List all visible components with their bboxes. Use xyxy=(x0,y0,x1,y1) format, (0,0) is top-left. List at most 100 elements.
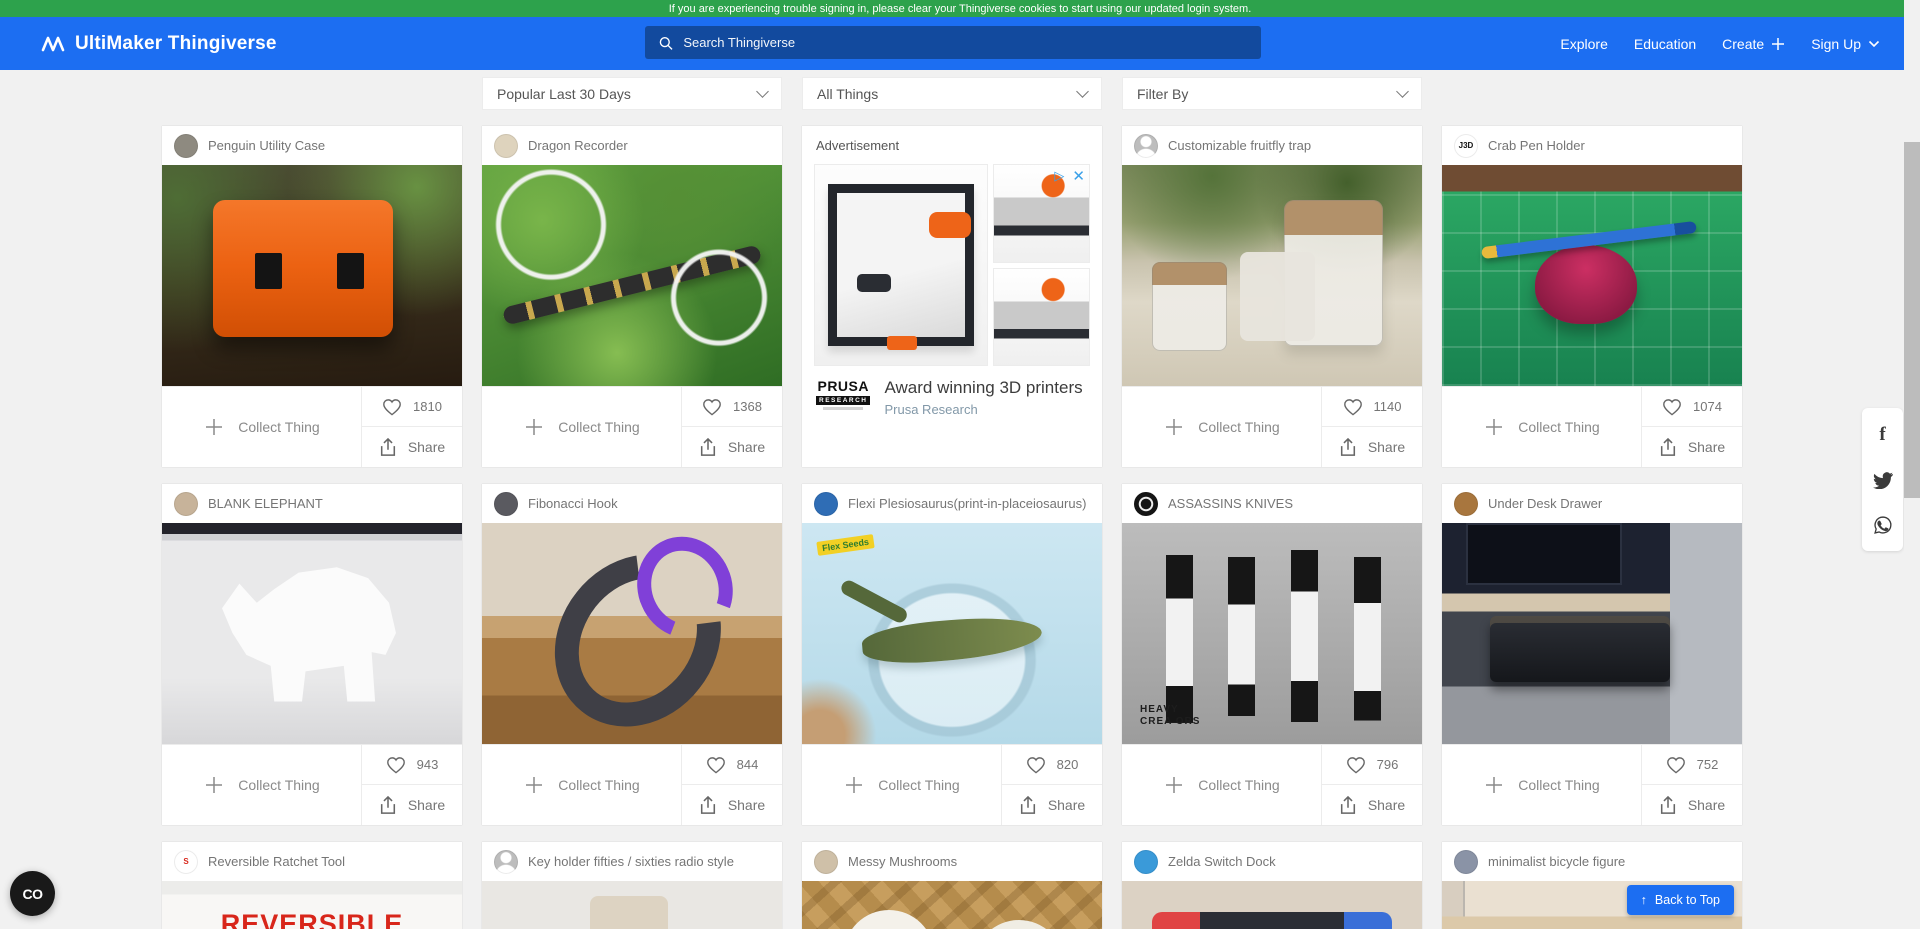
collect-thing-button[interactable]: Collect Thing xyxy=(482,745,682,825)
advertiser-logo[interactable]: PRUSA RESEARCH xyxy=(816,378,870,410)
twitter-icon[interactable] xyxy=(1873,472,1893,489)
nav-education[interactable]: Education xyxy=(1634,36,1696,52)
ad-content: PRUSA RESEARCH Award winning 3D printers… xyxy=(802,366,1102,429)
thumb-photo-text: REVERSIBLE xyxy=(221,909,404,929)
back-to-top-button[interactable]: ↑ Back to Top xyxy=(1627,885,1734,915)
card-stats: 1810 Share xyxy=(362,387,462,467)
ad-image[interactable]: ▷ ✕ xyxy=(814,164,1090,366)
like-count-button[interactable]: 1368 xyxy=(682,387,782,427)
like-count-button[interactable]: 943 xyxy=(362,745,462,785)
creator-avatar[interactable] xyxy=(1134,134,1158,158)
thing-card-header: Zelda Switch Dock xyxy=(1122,842,1422,881)
thing-thumbnail[interactable] xyxy=(482,165,782,386)
share-button[interactable]: Share xyxy=(1002,785,1102,825)
thing-title[interactable]: Dragon Recorder xyxy=(528,138,628,153)
thing-card-header: Key holder fifties / sixties radio style xyxy=(482,842,782,881)
ad-main-image[interactable] xyxy=(814,164,988,366)
thing-title[interactable]: ASSASSINS KNIVES xyxy=(1168,496,1293,511)
collect-thing-button[interactable]: Collect Thing xyxy=(1442,745,1642,825)
like-count-button[interactable]: 752 xyxy=(1642,745,1742,785)
share-button[interactable]: Share xyxy=(1322,427,1422,467)
category-dropdown[interactable]: All Things xyxy=(802,77,1102,110)
share-button[interactable]: Share xyxy=(1642,427,1742,467)
thing-thumbnail[interactable] xyxy=(802,881,1102,929)
thing-title[interactable]: Flexi Plesiosaurus(print-in-placeiosauru… xyxy=(848,496,1086,511)
thing-thumbnail[interactable] xyxy=(1122,881,1422,929)
share-button[interactable]: Share xyxy=(1322,785,1422,825)
nav-sign-up[interactable]: Sign Up xyxy=(1811,36,1880,52)
collect-thing-button[interactable]: Collect Thing xyxy=(482,387,682,467)
collect-thing-button[interactable]: Collect Thing xyxy=(802,745,1002,825)
creator-avatar[interactable] xyxy=(1134,492,1158,516)
search-bar[interactable] xyxy=(645,26,1261,59)
like-count-button[interactable]: 1810 xyxy=(362,387,462,427)
creator-avatar[interactable] xyxy=(814,492,838,516)
search-input[interactable] xyxy=(683,35,1248,50)
thing-title[interactable]: Zelda Switch Dock xyxy=(1168,854,1276,869)
thing-thumbnail[interactable]: Flex Seeds xyxy=(802,523,1102,744)
ad-close-icon[interactable]: ✕ xyxy=(1072,167,1085,185)
creator-avatar[interactable] xyxy=(174,492,198,516)
whatsapp-icon[interactable] xyxy=(1873,515,1893,535)
share-button[interactable]: Share xyxy=(362,785,462,825)
thing-title[interactable]: Reversible Ratchet Tool xyxy=(208,854,345,869)
thing-title[interactable]: Fibonacci Hook xyxy=(528,496,618,511)
sort-dropdown[interactable]: Popular Last 30 Days xyxy=(482,77,782,110)
collect-thing-button[interactable]: Collect Thing xyxy=(162,387,362,467)
thing-title[interactable]: minimalist bicycle figure xyxy=(1488,854,1625,869)
creator-avatar[interactable] xyxy=(494,850,518,874)
share-label: Share xyxy=(1688,439,1725,455)
creator-avatar[interactable] xyxy=(174,134,198,158)
creator-avatar[interactable] xyxy=(494,492,518,516)
share-button[interactable]: Share xyxy=(682,427,782,467)
thing-thumbnail[interactable] xyxy=(1122,165,1422,386)
collect-thing-button[interactable]: Collect Thing xyxy=(1122,387,1322,467)
thing-thumbnail[interactable] xyxy=(162,523,462,744)
thing-title[interactable]: Messy Mushrooms xyxy=(848,854,957,869)
ad-headline[interactable]: Award winning 3D printers xyxy=(884,378,1082,398)
share-button[interactable]: Share xyxy=(682,785,782,825)
creator-avatar[interactable] xyxy=(1454,850,1478,874)
share-button[interactable]: Share xyxy=(1642,785,1742,825)
thing-title[interactable]: Penguin Utility Case xyxy=(208,138,325,153)
nav-create[interactable]: Create xyxy=(1722,36,1785,52)
creator-avatar[interactable]: S xyxy=(174,850,198,874)
thing-thumbnail[interactable] xyxy=(482,881,782,929)
thing-thumbnail[interactable] xyxy=(162,165,462,386)
cookie-settings-button[interactable]: CO xyxy=(10,871,55,916)
thing-title[interactable]: Under Desk Drawer xyxy=(1488,496,1602,511)
share-button[interactable]: Share xyxy=(362,427,462,467)
ad-side-image[interactable] xyxy=(993,268,1090,367)
adchoices-icon[interactable]: ▷ xyxy=(1054,168,1064,184)
thing-thumbnail[interactable] xyxy=(1442,523,1742,744)
like-count-button[interactable]: 796 xyxy=(1322,745,1422,785)
collect-thing-label: Collect Thing xyxy=(558,777,639,793)
plus-icon xyxy=(1163,416,1185,438)
like-count-button[interactable]: 1074 xyxy=(1642,387,1742,427)
thing-title[interactable]: Key holder fifties / sixties radio style xyxy=(528,854,734,869)
collect-thing-button[interactable]: Collect Thing xyxy=(1442,387,1642,467)
scrollbar-thumb[interactable] xyxy=(1904,142,1920,498)
thing-title[interactable]: Customizable fruitfly trap xyxy=(1168,138,1311,153)
like-count-button[interactable]: 820 xyxy=(1002,745,1102,785)
creator-avatar[interactable] xyxy=(814,850,838,874)
thing-thumbnail[interactable]: REVERSIBLE xyxy=(162,881,462,929)
like-count-button[interactable]: 1140 xyxy=(1322,387,1422,427)
thing-title[interactable]: Crab Pen Holder xyxy=(1488,138,1585,153)
creator-avatar[interactable] xyxy=(1134,850,1158,874)
thing-thumbnail[interactable]: HEAVY CREA ORS xyxy=(1122,523,1422,744)
creator-avatar[interactable]: J3D xyxy=(1454,134,1478,158)
logo[interactable]: UltiMaker Thingiverse xyxy=(40,33,277,55)
like-count-button[interactable]: 844 xyxy=(682,745,782,785)
facebook-icon[interactable]: f xyxy=(1879,424,1885,446)
thing-thumbnail[interactable] xyxy=(482,523,782,744)
filter-by-dropdown[interactable]: Filter By xyxy=(1122,77,1422,110)
collect-thing-button[interactable]: Collect Thing xyxy=(162,745,362,825)
creator-avatar[interactable] xyxy=(1454,492,1478,516)
thing-title[interactable]: BLANK ELEPHANT xyxy=(208,496,323,511)
collect-thing-button[interactable]: Collect Thing xyxy=(1122,745,1322,825)
share-label: Share xyxy=(728,797,765,813)
creator-avatar[interactable] xyxy=(494,134,518,158)
nav-explore[interactable]: Explore xyxy=(1560,36,1607,52)
thing-thumbnail[interactable] xyxy=(1442,165,1742,386)
